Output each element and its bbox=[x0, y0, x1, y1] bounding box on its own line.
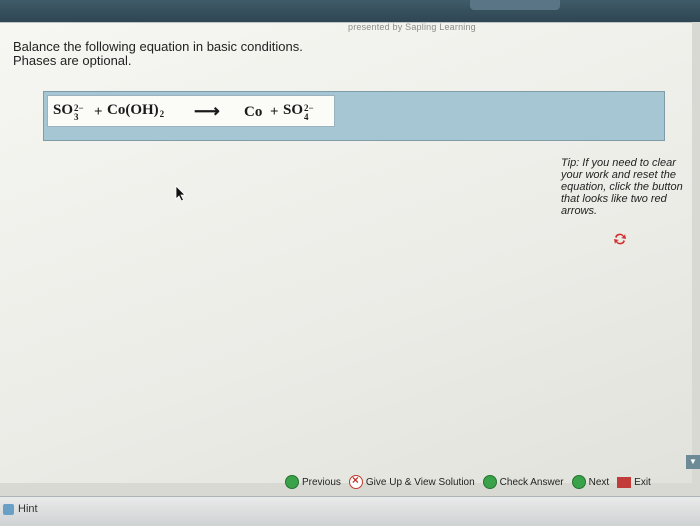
give-up-label: Give Up & View Solution bbox=[365, 476, 475, 488]
publisher-credit: presented by Sapling Learning bbox=[348, 22, 476, 32]
next-button[interactable]: Next bbox=[571, 475, 610, 489]
mouse-cursor-icon bbox=[175, 185, 186, 202]
cobalt-hydroxide-formula: Co(OH) bbox=[107, 102, 159, 118]
reaction-arrow: ⟶ bbox=[194, 101, 220, 121]
tip-text: Tip: If you need to clear your work and … bbox=[561, 157, 683, 217]
scroll-down-icon[interactable]: ▼ bbox=[686, 455, 700, 469]
hint-button[interactable]: Hint bbox=[3, 503, 38, 515]
reset-arrows-icon[interactable] bbox=[613, 232, 627, 246]
hint-icon bbox=[3, 503, 14, 515]
plus-sign-2: + bbox=[270, 104, 279, 120]
give-up-icon bbox=[348, 473, 363, 489]
bottom-bar: Hint bbox=[0, 496, 700, 526]
sulfate-formula: SO bbox=[283, 102, 304, 118]
check-icon bbox=[482, 475, 497, 489]
exit-button[interactable]: Exit bbox=[617, 476, 651, 488]
sulfite-sub-super: 2− 3 bbox=[74, 104, 84, 122]
previous-button[interactable]: Previous bbox=[285, 475, 341, 489]
check-answer-button[interactable]: Check Answer bbox=[482, 475, 564, 489]
plus-sign: + bbox=[94, 104, 103, 120]
previous-icon bbox=[285, 475, 299, 489]
next-label: Next bbox=[588, 476, 610, 488]
sulfate-subscript: 4 bbox=[304, 112, 309, 122]
equation-editor: SO 2− 3 + Co(OH) 2 ⟶ Co + SO 2− 4 bbox=[43, 91, 665, 141]
navigation-bar: Previous Give Up & View Solution Check A… bbox=[285, 470, 700, 494]
reactant-cobalt-hydroxide: Co(OH) 2 bbox=[107, 102, 164, 119]
hint-label: Hint bbox=[18, 503, 38, 515]
top-tab[interactable] bbox=[470, 0, 560, 10]
question-line-1: Balance the following equation in basic … bbox=[13, 39, 303, 54]
give-up-button[interactable]: Give Up & View Solution bbox=[348, 473, 475, 489]
exit-icon bbox=[617, 476, 632, 488]
previous-label: Previous bbox=[302, 476, 341, 488]
reactant-sulfite: SO 2− 3 bbox=[53, 102, 84, 125]
question-text: Balance the following equation in basic … bbox=[13, 40, 303, 68]
top-bar bbox=[0, 0, 700, 22]
sulfite-formula: SO bbox=[53, 102, 74, 118]
exit-label: Exit bbox=[634, 476, 651, 488]
equation-input[interactable]: SO 2− 3 + Co(OH) 2 ⟶ Co + SO 2− 4 bbox=[47, 95, 335, 127]
sulfate-sub-super: 2− 4 bbox=[304, 104, 314, 122]
product-cobalt: Co bbox=[244, 104, 263, 120]
next-icon bbox=[571, 475, 586, 489]
sulfite-subscript: 3 bbox=[74, 112, 79, 122]
question-line-2: Phases are optional. bbox=[13, 53, 132, 68]
check-answer-label: Check Answer bbox=[499, 476, 564, 488]
product-sulfate: SO 2− 4 bbox=[283, 102, 314, 125]
cobalt-hydroxide-subscript: 2 bbox=[159, 109, 165, 119]
